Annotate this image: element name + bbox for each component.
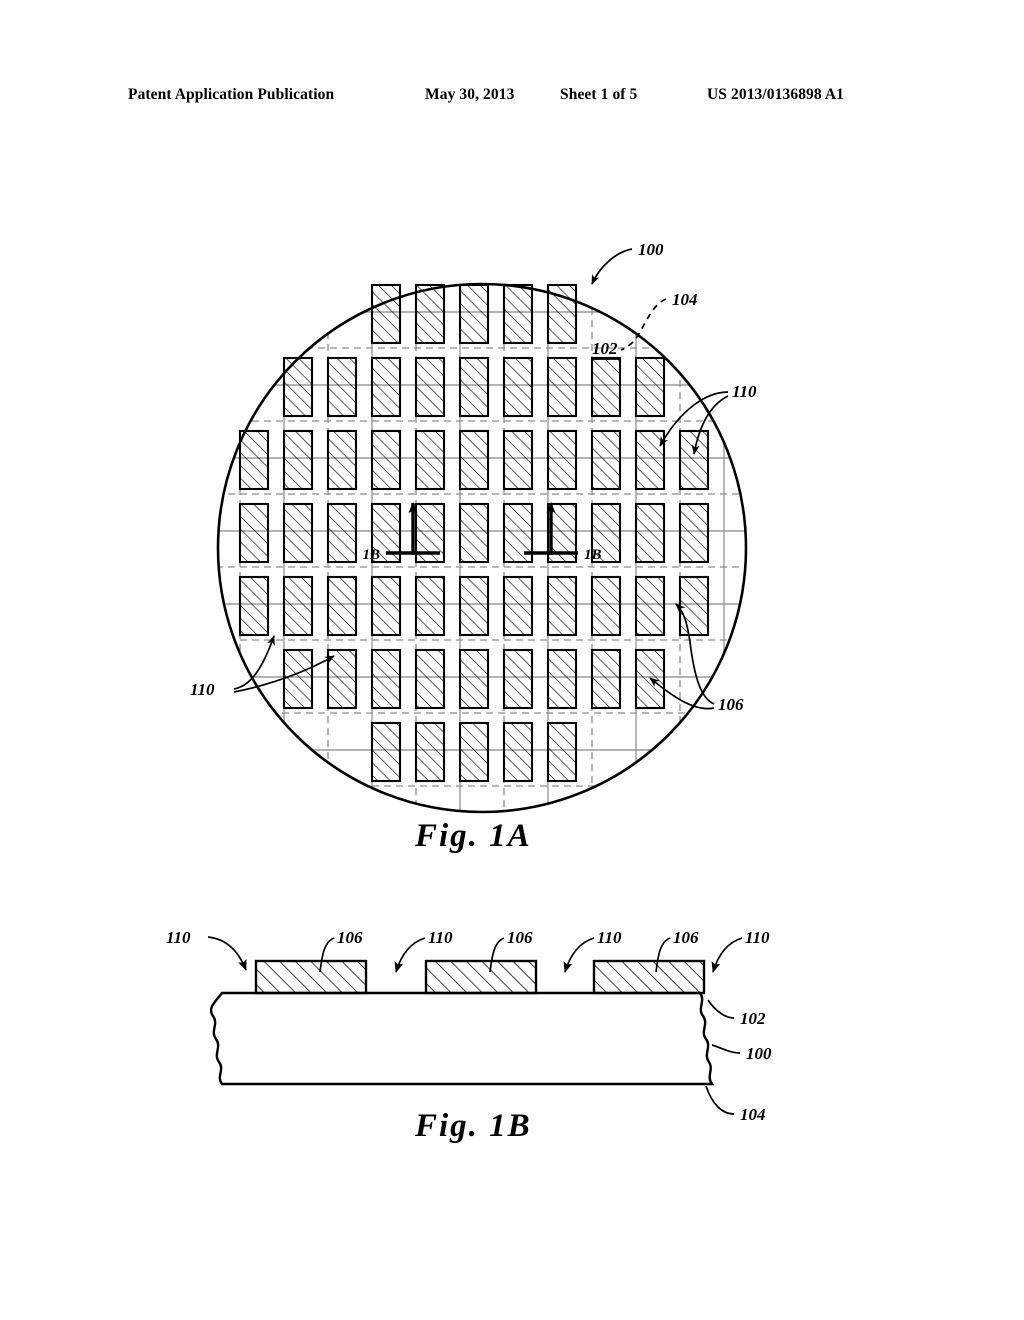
figure-1a-caption: Fig. 1A bbox=[415, 818, 532, 854]
die bbox=[634, 429, 666, 491]
die bbox=[414, 575, 446, 637]
die bbox=[282, 502, 314, 564]
die bbox=[678, 429, 710, 491]
ref-label-110-left: 110 bbox=[190, 680, 215, 699]
die bbox=[458, 283, 490, 345]
die-block bbox=[424, 959, 538, 995]
die bbox=[546, 283, 578, 345]
ref-label-100-b: 100 bbox=[746, 1044, 772, 1063]
die bbox=[238, 502, 270, 564]
ref-label-106-a: 106 bbox=[337, 928, 363, 947]
ref-label-110-a: 110 bbox=[166, 928, 191, 947]
die bbox=[546, 721, 578, 783]
die bbox=[282, 648, 314, 710]
callout-backside-104-b: 104 bbox=[705, 1085, 766, 1124]
die bbox=[370, 575, 402, 637]
ref-label-106: 106 bbox=[718, 695, 744, 714]
ref-label-110-right: 110 bbox=[732, 382, 757, 401]
callout-110-a: 110 bbox=[166, 928, 247, 971]
die bbox=[502, 648, 534, 710]
die bbox=[502, 429, 534, 491]
die bbox=[370, 429, 402, 491]
die bbox=[678, 502, 710, 564]
die bbox=[678, 575, 710, 637]
die bbox=[458, 356, 490, 418]
ref-label-104-b: 104 bbox=[740, 1105, 766, 1124]
ref-label-102-b: 102 bbox=[740, 1009, 766, 1028]
section-label-left: 1B bbox=[362, 547, 380, 563]
die bbox=[326, 502, 358, 564]
callout-substrate-100: 100 bbox=[711, 1044, 772, 1063]
die bbox=[282, 356, 314, 418]
die bbox=[282, 575, 314, 637]
patent-drawing-page: Patent Application Publication May 30, 2… bbox=[0, 0, 1024, 1320]
figure-1a: 1B 1B 100 104 102 110 110 106 bbox=[190, 240, 757, 814]
die bbox=[634, 502, 666, 564]
die bbox=[458, 721, 490, 783]
die bbox=[414, 721, 446, 783]
die bbox=[238, 575, 270, 637]
die bbox=[546, 575, 578, 637]
header-sheet-number: Sheet 1 of 5 bbox=[560, 86, 638, 103]
callout-front-102-b: 102 bbox=[707, 999, 766, 1028]
die bbox=[634, 575, 666, 637]
die bbox=[326, 648, 358, 710]
die bbox=[546, 429, 578, 491]
die bbox=[458, 429, 490, 491]
header-date: May 30, 2013 bbox=[425, 86, 515, 103]
figure-1b-caption: Fig. 1B bbox=[415, 1108, 532, 1144]
die bbox=[502, 575, 534, 637]
ref-label-100: 100 bbox=[638, 240, 664, 259]
die bbox=[590, 648, 622, 710]
ref-label-110-b: 110 bbox=[428, 928, 453, 947]
die bbox=[238, 429, 270, 491]
header-publication: Patent Application Publication bbox=[128, 86, 335, 103]
die bbox=[370, 721, 402, 783]
ref-label-102: 102 bbox=[592, 339, 618, 358]
die bbox=[590, 429, 622, 491]
die-block bbox=[254, 959, 368, 995]
callout-wafer-100: 100 bbox=[591, 240, 664, 285]
die bbox=[458, 575, 490, 637]
die-array bbox=[238, 283, 710, 783]
ref-label-110-d: 110 bbox=[745, 928, 770, 947]
die-block bbox=[592, 959, 706, 995]
page-header: Patent Application Publication May 30, 2… bbox=[0, 86, 1024, 110]
die bbox=[590, 356, 622, 418]
die bbox=[458, 502, 490, 564]
die bbox=[326, 429, 358, 491]
die bbox=[458, 648, 490, 710]
ref-label-106-b: 106 bbox=[507, 928, 533, 947]
die bbox=[414, 283, 446, 345]
die bbox=[634, 356, 666, 418]
die-blocks bbox=[254, 959, 706, 995]
die bbox=[326, 575, 358, 637]
die bbox=[502, 721, 534, 783]
section-label-right: 1B bbox=[584, 547, 602, 563]
die bbox=[590, 575, 622, 637]
die bbox=[502, 283, 534, 345]
callout-front-102: 102 bbox=[591, 339, 621, 360]
die bbox=[546, 356, 578, 418]
die bbox=[370, 356, 402, 418]
die bbox=[370, 283, 402, 345]
die bbox=[414, 648, 446, 710]
die bbox=[282, 429, 314, 491]
callout-backside-104: 104 bbox=[620, 290, 698, 351]
die bbox=[370, 648, 402, 710]
ref-label-104: 104 bbox=[672, 290, 698, 309]
substrate-body bbox=[209, 991, 715, 1086]
ref-label-110-c: 110 bbox=[597, 928, 622, 947]
die bbox=[326, 356, 358, 418]
header-document-number: US 2013/0136898 A1 bbox=[707, 86, 845, 103]
die bbox=[502, 356, 534, 418]
ref-label-106-c: 106 bbox=[673, 928, 699, 947]
die bbox=[414, 429, 446, 491]
callout-110-d: 110 bbox=[711, 928, 770, 973]
die bbox=[546, 648, 578, 710]
die bbox=[414, 356, 446, 418]
